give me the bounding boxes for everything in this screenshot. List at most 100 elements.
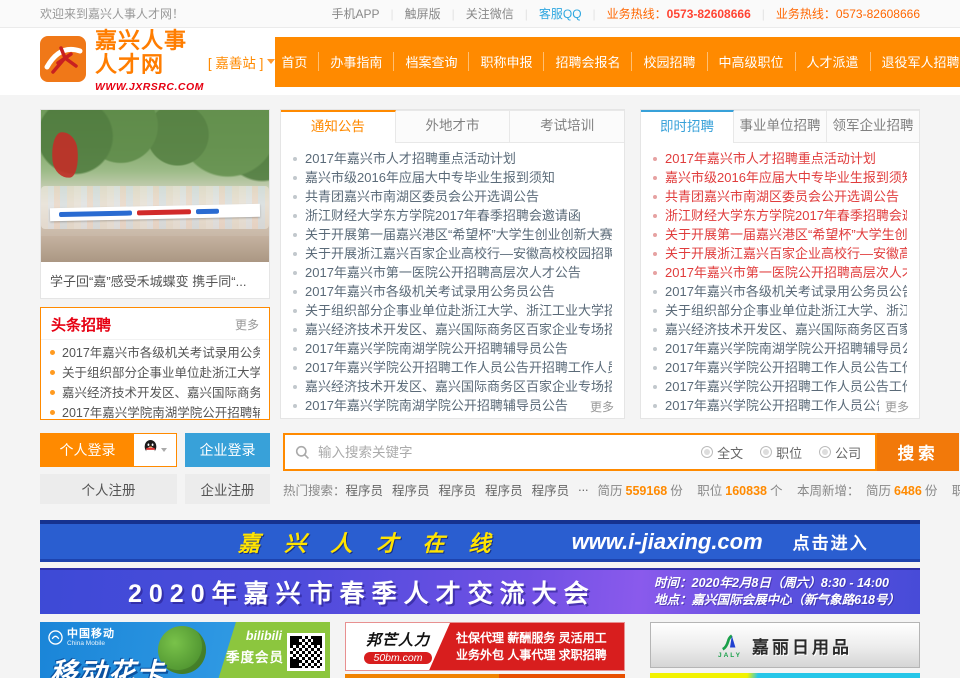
ad-bangmang-name: 邦芒人力	[366, 629, 430, 650]
ad-brand-en: China Mobile	[67, 640, 115, 647]
job-item[interactable]: 2017年嘉兴学院公开招聘工作人员公告工作人员...	[653, 358, 907, 377]
radio-icon	[819, 446, 831, 458]
topbar-link[interactable]: 触屏版	[379, 5, 440, 22]
banner-url: www.i-jiaxing.com	[572, 529, 763, 555]
hot-search-term[interactable]: 程序员	[485, 480, 523, 499]
headline-title: 头条招聘	[51, 314, 111, 335]
search-input[interactable]	[318, 445, 684, 460]
job-item[interactable]: 2017年嘉兴学院公开招聘工作人员公告工作人员...	[653, 377, 907, 396]
notice-item[interactable]: 2017年嘉兴学院公开招聘工作人员公告开招聘工作人员公告开...	[293, 358, 612, 377]
tab-leading-company-jobs[interactable]: 领军企业招聘	[826, 110, 919, 142]
notice-item[interactable]: 2017年嘉兴学院南湖学院公开招聘辅导员公告	[293, 396, 612, 415]
notice-item[interactable]: 关于开展浙江嘉兴百家企业高校行—安徽高校校园招聘活动的通...	[293, 244, 612, 263]
job-item[interactable]: 2017年嘉兴市人才招聘重点活动计划	[653, 149, 907, 168]
job-item[interactable]: 浙江财经大学东方学院2017年春季招聘会邀请函	[653, 206, 907, 225]
jobs-more-link[interactable]: 更多	[879, 398, 909, 415]
notice-item[interactable]: 2017年嘉兴学院南湖学院公开招聘辅导员公告	[293, 339, 612, 358]
topbar-link[interactable]: 手机APP	[331, 5, 379, 22]
banner-jiaxing-talent-online[interactable]: 嘉 兴 人 才 在 线 www.i-jiaxing.com 点击进入	[40, 520, 920, 562]
tab-public-institution-jobs[interactable]: 事业单位招聘	[734, 110, 826, 142]
job-item[interactable]: 2017年嘉兴学院公开招聘工作人员公告工作...	[653, 396, 907, 415]
hot-search-term[interactable]: 程序员	[346, 480, 384, 499]
nav-item[interactable]: 办事指南	[318, 52, 382, 71]
jobs-list-normal: 2017年嘉兴市各级机关考试录用公务员公告关于组织部分企事业单位赴浙江大学、浙江…	[641, 282, 919, 415]
notice-item[interactable]: 嘉兴经济技术开发区、嘉兴国际商务区百家企业专场招聘会公告	[293, 320, 612, 339]
hot-search-term[interactable]: ...	[578, 480, 588, 499]
hot-search-term[interactable]: 程序员	[392, 480, 430, 499]
ad-stripe-orange	[345, 674, 625, 678]
news-photo-card[interactable]: 学子回“嘉”感受禾城蝶变 携手同“...	[40, 109, 270, 299]
site-logo[interactable]: 嘉兴人事人才网 WWW.JXRSRC.COM [ 嘉善站 ]	[40, 29, 275, 95]
topbar: 欢迎来到嘉兴人事人才网！ 手机APP触屏版关注微信 客服QQ 业务热线：0573…	[0, 0, 960, 28]
nav-item[interactable]: 中高级职位	[707, 52, 784, 71]
headline-list: 2017年嘉兴市各级机关考试录用公务...关于组织部分企事业单位赴浙江大学...…	[41, 340, 269, 420]
notice-item[interactable]: 关于开展第一届嘉兴港区“希望杯”大学生创业创新大赛的通知	[293, 225, 612, 244]
ad-jialy[interactable]: JALY 嘉丽日用品	[650, 622, 920, 678]
nav-item[interactable]: 校园招聘	[631, 52, 695, 71]
tab-instant-jobs[interactable]: 即时招聘	[641, 110, 734, 143]
personal-login-button[interactable]: 个人登录	[41, 434, 134, 466]
ad-china-mobile[interactable]: 中国移动China Mobile 移动花卡 bilibili 季度会员	[40, 622, 330, 678]
tab-outside-market[interactable]: 外地才市	[396, 110, 510, 142]
nav-item[interactable]: 人才派遣	[795, 52, 859, 71]
job-item[interactable]: 关于组织部分企事业单位赴浙江大学、浙江工业大...	[653, 301, 907, 320]
photo-ground	[41, 236, 269, 262]
banner-job-fair-2020[interactable]: 2020年嘉兴市春季人才交流大会 时间：2020年2月8日（周六）8:30 - …	[40, 568, 920, 614]
search-scope-radio[interactable]: 全文	[701, 443, 743, 462]
job-item[interactable]: 关于开展浙江嘉兴百家企业高校行—安徽高校校园...	[653, 244, 907, 263]
headline-more-link[interactable]: 更多	[235, 316, 259, 333]
job-item[interactable]: 2017年嘉兴市第一医院公开招聘高层次人才公告	[653, 263, 907, 282]
banner-cta: 点击进入	[793, 529, 869, 554]
notice-item[interactable]: 嘉兴经济技术开发区、嘉兴国际商务区百家企业专场招聘会公告	[293, 377, 612, 396]
search-button[interactable]: 搜索	[877, 433, 959, 471]
company-login-button[interactable]: 企业登录	[185, 433, 270, 467]
headline-item[interactable]: 嘉兴经济技术开发区、嘉兴国际商务...	[50, 383, 260, 403]
job-item[interactable]: 嘉兴经济技术开发区、嘉兴国际商务区百家企业专...	[653, 320, 907, 339]
notice-box: 通知公告 外地才市 考试培训 2017年嘉兴市人才招聘重点活动计划嘉兴市级201…	[280, 109, 625, 419]
site-url: WWW.JXRSRC.COM	[95, 81, 204, 93]
personal-register-button[interactable]: 个人注册	[40, 474, 177, 504]
job-item[interactable]: 共青团嘉兴市南湖区委员会公开选调公告	[653, 187, 907, 206]
job-item[interactable]: 2017年嘉兴市各级机关考试录用公务员公告	[653, 282, 907, 301]
headline-item[interactable]: 2017年嘉兴市各级机关考试录用公务...	[50, 343, 260, 363]
job-item[interactable]: 关于开展第一届嘉兴港区“希望杯”大学生创业创...	[653, 225, 907, 244]
qq-login-dropdown[interactable]	[134, 434, 176, 466]
ad-bangmang-line1: 社保代理 薪酬服务 灵活用工	[456, 630, 620, 647]
hot-search-term[interactable]: 程序员	[532, 480, 570, 499]
nav-item[interactable]: 档案查询	[393, 52, 457, 71]
company-register-button[interactable]: 企业注册	[185, 474, 270, 504]
nav-item[interactable]: 职称申报	[468, 52, 532, 71]
photo-caption[interactable]: 学子回“嘉”感受禾城蝶变 携手同“...	[41, 262, 269, 298]
topbar-link[interactable]: 关注微信	[441, 5, 514, 22]
notice-item[interactable]: 浙江财经大学东方学院2017年春季招聘会邀请函	[293, 206, 612, 225]
headline-recruit-box: 头条招聘 更多 2017年嘉兴市各级机关考试录用公务...关于组织部分企事业单位…	[40, 307, 270, 420]
headline-item[interactable]: 2017年嘉兴学院南湖学院公开招聘辅...	[50, 403, 260, 420]
notice-item[interactable]: 关于组织部分企事业单位赴浙江大学、浙江工业大学招聘人才的...	[293, 301, 612, 320]
station-selector[interactable]: [ 嘉善站 ]	[208, 52, 276, 72]
hot-search-term[interactable]: 程序员	[439, 480, 477, 499]
notice-item[interactable]: 2017年嘉兴市各级机关考试录用公务员公告	[293, 282, 612, 301]
fair-title: 2020年嘉兴市春季人才交流大会	[128, 574, 596, 610]
site-header: 嘉兴人事人才网 WWW.JXRSRC.COM [ 嘉善站 ] 首页办事指南档案查…	[0, 28, 960, 95]
notice-item[interactable]: 嘉兴市级2016年应届大中专毕业生报到须知	[293, 168, 612, 187]
search-scope-radio[interactable]: 职位	[760, 443, 802, 462]
notice-item[interactable]: 共青团嘉兴市南湖区委员会公开选调公告	[293, 187, 612, 206]
tab-exam-training[interactable]: 考试培训	[509, 110, 624, 142]
notice-item[interactable]: 2017年嘉兴市人才招聘重点活动计划	[293, 149, 612, 168]
notice-more-link[interactable]: 更多	[584, 398, 614, 415]
job-item[interactable]: 2017年嘉兴学院南湖学院公开招聘辅导员公告	[653, 339, 907, 358]
search-scope-radio[interactable]: 公司	[819, 443, 861, 462]
ad-bangmang-hr[interactable]: 邦芒人力 50bm.com 社保代理 薪酬服务 灵活用工 业务外包 人事代理 求…	[345, 622, 625, 678]
china-mobile-icon	[48, 630, 63, 645]
nav-item[interactable]: 招聘会报名	[543, 52, 620, 71]
qq-service-link[interactable]: 客服QQ	[514, 5, 582, 22]
search-box: 全文职位公司	[283, 433, 877, 471]
nav-item[interactable]: 首页	[281, 52, 307, 71]
radio-icon	[760, 446, 772, 458]
job-item[interactable]: 嘉兴市级2016年应届大中专毕业生报到须知	[653, 168, 907, 187]
notice-item[interactable]: 2017年嘉兴市第一医院公开招聘高层次人才公告	[293, 263, 612, 282]
tab-notice[interactable]: 通知公告	[281, 110, 396, 143]
news-photo[interactable]	[41, 110, 269, 262]
nav-item[interactable]: 退役军人招聘	[870, 52, 960, 71]
headline-item[interactable]: 关于组织部分企事业单位赴浙江大学...	[50, 363, 260, 383]
